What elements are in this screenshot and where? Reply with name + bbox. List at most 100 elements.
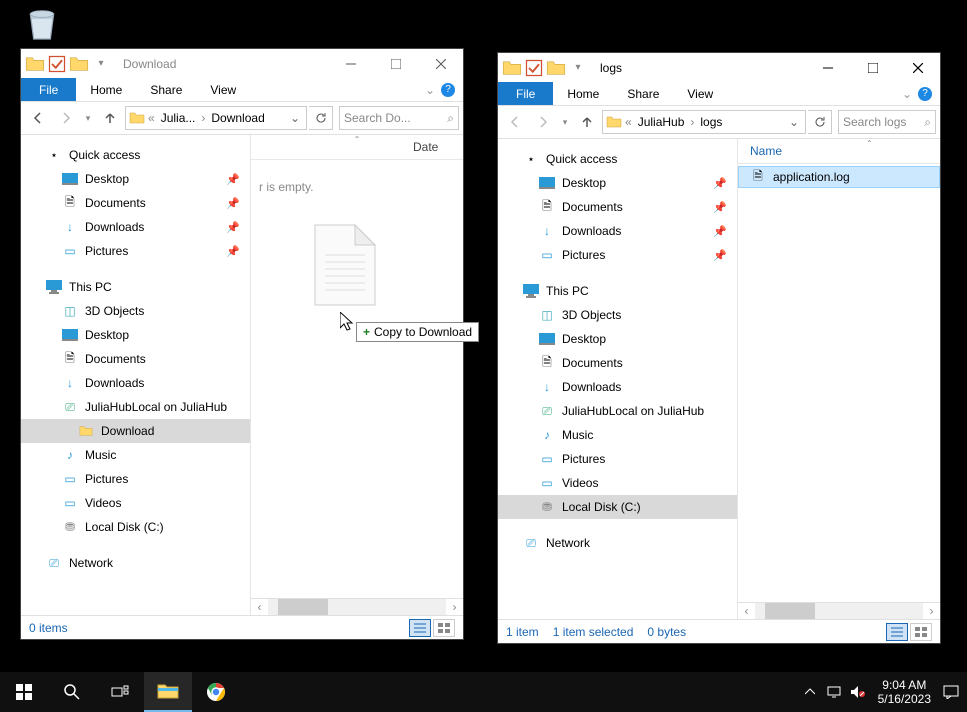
up-button[interactable]	[574, 109, 600, 135]
qat-icon[interactable]	[524, 58, 544, 78]
address-bar[interactable]: « JuliaHub › logs ⌄	[602, 110, 806, 134]
forward-button[interactable]	[530, 109, 556, 135]
sidebar-juliahub[interactable]: ⎚JuliaHubLocal on JuliaHub	[498, 399, 737, 423]
tray-overflow-icon[interactable]	[798, 672, 822, 712]
help-icon[interactable]: ?	[441, 83, 455, 97]
chevron-right-icon[interactable]: ›	[688, 115, 696, 129]
sidebar-downloads[interactable]: ↓Downloads📌	[498, 219, 737, 243]
breadcrumb-seg[interactable]: logs	[696, 115, 726, 129]
column-header-date[interactable]: Date	[403, 140, 463, 154]
search-input[interactable]: Search Do... ⌕	[339, 106, 459, 130]
sidebar-desktop2[interactable]: Desktop	[21, 323, 250, 347]
breadcrumb-seg[interactable]: JuliaHub	[634, 115, 689, 129]
maximize-button[interactable]	[850, 53, 895, 82]
ribbon-view-tab[interactable]: View	[673, 82, 727, 105]
horizontal-scrollbar[interactable]: ‹ ›	[251, 598, 463, 615]
qat-dropdown-icon[interactable]: ▾	[568, 58, 588, 78]
file-row-application-log[interactable]: 🗎 application.log	[738, 166, 940, 188]
qat-dropdown-icon[interactable]: ▾	[91, 54, 111, 74]
search-input[interactable]: Search logs ⌕	[838, 110, 936, 134]
details-view-button[interactable]	[409, 619, 431, 637]
address-dropdown-icon[interactable]: ⌄	[286, 111, 304, 125]
sidebar-videos[interactable]: ▭Videos	[498, 471, 737, 495]
recent-dropdown-icon[interactable]: ▾	[558, 109, 572, 135]
minimize-button[interactable]	[805, 53, 850, 82]
tray-notifications-icon[interactable]	[939, 672, 963, 712]
sidebar-music[interactable]: ♪Music	[498, 423, 737, 447]
details-view-button[interactable]	[886, 623, 908, 641]
sidebar-documents[interactable]: 🗎Documents📌	[498, 195, 737, 219]
icons-view-button[interactable]	[433, 619, 455, 637]
refresh-button[interactable]	[309, 106, 333, 130]
sidebar-quick-access[interactable]: ⋆Quick access	[21, 143, 250, 167]
breadcrumb-seg[interactable]: Julia...	[157, 111, 200, 125]
scroll-left-icon[interactable]: ‹	[738, 604, 755, 618]
back-button[interactable]	[25, 105, 51, 131]
refresh-button[interactable]	[808, 110, 832, 134]
ribbon-file-tab[interactable]: File	[498, 82, 553, 105]
file-content-area[interactable]: Name ⌃ 🗎 application.log ‹ ›	[738, 139, 940, 619]
sidebar-download-folder[interactable]: Download	[21, 419, 250, 443]
sidebar-downloads[interactable]: ↓Downloads📌	[21, 215, 250, 239]
back-button[interactable]	[502, 109, 528, 135]
scroll-right-icon[interactable]: ›	[446, 600, 463, 614]
sidebar-downloads2[interactable]: ↓Downloads	[21, 371, 250, 395]
sidebar-pictures[interactable]: ▭Pictures📌	[498, 243, 737, 267]
help-icon[interactable]: ?	[918, 87, 932, 101]
icons-view-button[interactable]	[910, 623, 932, 641]
start-button[interactable]	[0, 672, 48, 712]
recycle-bin-icon[interactable]	[12, 4, 72, 47]
ribbon-view-tab[interactable]: View	[196, 78, 250, 101]
scroll-thumb[interactable]	[278, 599, 328, 615]
ribbon-file-tab[interactable]: File	[21, 78, 76, 101]
sidebar-network[interactable]: ⎚Network	[21, 551, 250, 575]
sidebar-music[interactable]: ♪Music	[21, 443, 250, 467]
sidebar-documents2[interactable]: 🗎Documents	[21, 347, 250, 371]
sidebar-local-disk[interactable]: ⛃Local Disk (C:)	[21, 515, 250, 539]
search-button[interactable]	[48, 672, 96, 712]
sidebar-videos[interactable]: ▭Videos	[21, 491, 250, 515]
column-header-name[interactable]: Name	[738, 144, 940, 158]
ribbon-expand-icon[interactable]: ⌄	[902, 87, 912, 101]
chevron-right-icon[interactable]: «	[146, 111, 157, 125]
address-dropdown-icon[interactable]: ⌄	[785, 115, 803, 129]
sidebar-pictures2[interactable]: ▭Pictures	[498, 447, 737, 471]
taskbar-chrome-button[interactable]	[192, 672, 240, 712]
address-bar[interactable]: « Julia... › Download ⌄	[125, 106, 307, 130]
ribbon-share-tab[interactable]: Share	[613, 82, 673, 105]
file-content-area[interactable]: ⌃ Date r is empty. ‹ ›	[251, 135, 463, 615]
tray-volume-icon[interactable]	[846, 672, 870, 712]
sidebar-pictures2[interactable]: ▭Pictures	[21, 467, 250, 491]
sidebar-desktop[interactable]: Desktop📌	[498, 171, 737, 195]
forward-button[interactable]	[53, 105, 79, 131]
sidebar-pictures[interactable]: ▭Pictures📌	[21, 239, 250, 263]
ribbon-share-tab[interactable]: Share	[136, 78, 196, 101]
sidebar-local-disk[interactable]: ⛃Local Disk (C:)	[498, 495, 737, 519]
ribbon-expand-icon[interactable]: ⌄	[425, 83, 435, 97]
up-button[interactable]	[97, 105, 123, 131]
task-view-button[interactable]	[96, 672, 144, 712]
close-button[interactable]	[418, 49, 463, 78]
chevron-right-icon[interactable]: ›	[199, 111, 207, 125]
sidebar-3d-objects[interactable]: ◫3D Objects	[498, 303, 737, 327]
maximize-button[interactable]	[373, 49, 418, 78]
sidebar-3d-objects[interactable]: ◫3D Objects	[21, 299, 250, 323]
sidebar-this-pc[interactable]: This PC	[21, 275, 250, 299]
recent-dropdown-icon[interactable]: ▾	[81, 105, 95, 131]
sidebar-this-pc[interactable]: This PC	[498, 279, 737, 303]
sidebar-documents2[interactable]: 🗎Documents	[498, 351, 737, 375]
sidebar-network[interactable]: ⎚Network	[498, 531, 737, 555]
chevron-right-icon[interactable]: «	[623, 115, 634, 129]
scroll-left-icon[interactable]: ‹	[251, 600, 268, 614]
sidebar-downloads2[interactable]: ↓Downloads	[498, 375, 737, 399]
close-button[interactable]	[895, 53, 940, 82]
qat-icon[interactable]	[47, 54, 67, 74]
sidebar-desktop2[interactable]: Desktop	[498, 327, 737, 351]
taskbar-clock[interactable]: 9:04 AM 5/16/2023	[870, 678, 939, 707]
scroll-right-icon[interactable]: ›	[923, 604, 940, 618]
ribbon-home-tab[interactable]: Home	[553, 82, 613, 105]
ribbon-home-tab[interactable]: Home	[76, 78, 136, 101]
sidebar-desktop[interactable]: Desktop📌	[21, 167, 250, 191]
scroll-thumb[interactable]	[765, 603, 815, 619]
horizontal-scrollbar[interactable]: ‹ ›	[738, 602, 940, 619]
